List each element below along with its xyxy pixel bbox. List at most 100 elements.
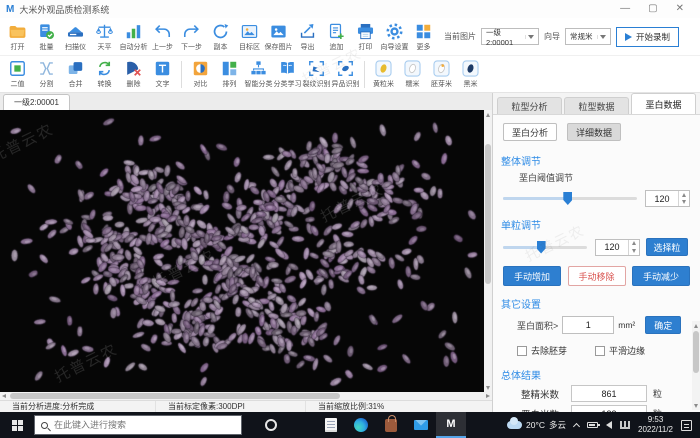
specimen-canvas[interactable] <box>0 110 484 392</box>
horizontal-scroll-thumb[interactable] <box>10 393 340 399</box>
split-icon <box>37 59 56 78</box>
single-grain-slider[interactable] <box>503 246 587 249</box>
scroll-left-arrow[interactable] <box>0 392 8 400</box>
taskbar-search[interactable] <box>34 415 242 435</box>
manual-add-button[interactable]: 手动增加 <box>503 266 561 286</box>
foreign-detect-button[interactable]: 异品识别 <box>331 57 360 91</box>
crack-detect-button[interactable]: 裂纹识别 <box>302 57 331 91</box>
arrange-button[interactable]: 排列 <box>215 57 244 91</box>
horizontal-scrollbar[interactable] <box>0 392 492 400</box>
clock[interactable]: 9:53 2022/11/2 <box>638 415 673 434</box>
checkbox-icon[interactable] <box>595 346 605 356</box>
spinner-up-button[interactable] <box>629 240 639 248</box>
toolbar-item-label: 上一步 <box>152 42 173 52</box>
copy-button[interactable]: 副本 <box>206 20 235 54</box>
delete-button[interactable]: 删除 <box>119 57 148 91</box>
classify-learn-button[interactable]: 分类学习 <box>273 57 302 91</box>
action-center-icon[interactable] <box>681 420 692 431</box>
specimen-image-area[interactable]: 托普云农托普云农托普云农托普云农托普云农 <box>0 110 484 392</box>
search-input[interactable] <box>54 420 224 430</box>
hidden-icons-chevron-icon[interactable] <box>573 422 580 429</box>
start-button[interactable] <box>0 412 34 438</box>
remove-germ-checkbox[interactable]: 去除胚芽 <box>517 344 567 357</box>
smooth-edge-checkbox[interactable]: 平滑边缘 <box>595 344 645 357</box>
panel-scroll-up-arrow[interactable] <box>692 321 700 330</box>
maximize-button[interactable]: ▢ <box>648 4 657 14</box>
yellow-rice-icon <box>374 59 393 78</box>
undo-button[interactable]: 上一步 <box>148 20 177 54</box>
panel-scroll-down-arrow[interactable] <box>692 401 700 410</box>
wizard-gear-button[interactable]: 向导设置 <box>380 20 409 54</box>
checkbox-icon[interactable] <box>517 346 527 356</box>
tab-chalkiness-data[interactable]: 垩白数据 <box>631 93 696 114</box>
notepad-icon[interactable] <box>316 412 346 438</box>
confirm-button[interactable]: 确定 <box>645 316 681 334</box>
volume-icon[interactable] <box>606 421 612 429</box>
start-record-button[interactable]: 开始录制 <box>616 27 679 47</box>
vertical-scrollbar[interactable] <box>484 110 492 392</box>
scanner-button[interactable]: 扫描仪 <box>61 20 90 54</box>
chalk-threshold-slider-thumb[interactable] <box>563 192 572 205</box>
binary-button[interactable]: 二值 <box>3 57 32 91</box>
target-area-button[interactable]: 目标区 <box>235 20 264 54</box>
scroll-right-arrow[interactable] <box>484 392 492 400</box>
tab-grain-shape-data[interactable]: 粒型数据 <box>564 97 629 114</box>
scroll-down-arrow[interactable] <box>484 383 492 392</box>
network-icon[interactable] <box>620 421 630 429</box>
more-button[interactable]: 更多 <box>409 20 438 54</box>
panel-scroll-thumb[interactable] <box>693 331 699 373</box>
glutinous-rice-button[interactable]: 糯米 <box>398 57 427 91</box>
tab-grain-shape-analysis[interactable]: 粒型分析 <box>497 97 562 114</box>
convert-button[interactable]: 转换 <box>90 57 119 91</box>
checkbox-label: 去除胚芽 <box>531 344 567 357</box>
save-image-button[interactable]: 保存图片 <box>264 20 293 54</box>
open-button[interactable]: 打开 <box>3 20 32 54</box>
store-icon[interactable] <box>376 412 406 438</box>
merge-button[interactable]: 合并 <box>61 57 90 91</box>
panel-scrollbar[interactable] <box>692 321 700 410</box>
close-button[interactable]: ✕ <box>676 4 684 14</box>
single-grain-value-input[interactable] <box>596 240 628 255</box>
print-button[interactable]: 打印 <box>351 20 380 54</box>
select-grain-button[interactable]: 选择粒 <box>646 238 688 256</box>
battery-icon[interactable] <box>587 422 598 428</box>
current-app-icon[interactable]: M <box>436 412 466 438</box>
single-grain-slider-thumb[interactable] <box>537 241 546 254</box>
chalk-area-input[interactable] <box>562 316 614 334</box>
compare-button[interactable]: 对比 <box>186 57 215 91</box>
chalk-threshold-value-input[interactable] <box>646 191 678 206</box>
task-view-icon[interactable] <box>286 412 316 438</box>
mail-icon[interactable] <box>406 412 436 438</box>
current-image-dropdown[interactable]: 一级2:00001 <box>481 28 539 45</box>
batch-button[interactable]: 批量 <box>32 20 61 54</box>
vertical-scroll-thumb[interactable] <box>485 144 491 284</box>
cortana-icon[interactable] <box>256 412 286 438</box>
weather-widget[interactable]: 20°C 多云 <box>507 419 566 431</box>
wizard-dropdown[interactable]: 常规米 <box>565 28 611 45</box>
edge-icon[interactable] <box>346 412 376 438</box>
redo-button[interactable]: 下一步 <box>177 20 206 54</box>
image-tab[interactable]: 一级2:00001 <box>3 94 70 110</box>
detail-data-button[interactable]: 详细数据 <box>567 123 621 141</box>
black-rice-button[interactable]: 黑米 <box>456 57 485 91</box>
append-button[interactable]: 追加 <box>322 20 351 54</box>
chalk-analysis-button[interactable]: 垩白分析 <box>503 123 557 141</box>
balance-button[interactable]: 天平 <box>90 20 119 54</box>
chalk-area-row: 垩白面积> mm² 确定 <box>517 316 700 334</box>
spinner-up-button[interactable] <box>679 191 689 199</box>
smart-classify-button[interactable]: 智能分类 <box>244 57 273 91</box>
yellow-rice-button[interactable]: 黄粒米 <box>369 57 398 91</box>
scroll-up-arrow[interactable] <box>484 110 492 119</box>
spinner-down-button[interactable] <box>679 199 689 207</box>
split-button[interactable]: 分割 <box>32 57 61 91</box>
whole-rice-count-input[interactable] <box>571 385 647 402</box>
minimize-button[interactable]: — <box>620 4 630 14</box>
chalk-threshold-slider[interactable] <box>503 197 637 200</box>
auto-analyze-button[interactable]: 自动分析 <box>119 20 148 54</box>
export-button[interactable]: 导出 <box>293 20 322 54</box>
germ-rice-button[interactable]: 胚芽米 <box>427 57 456 91</box>
manual-decrease-button[interactable]: 手动减少 <box>632 266 690 286</box>
spinner-down-button[interactable] <box>629 247 639 255</box>
text-button[interactable]: 文字 <box>148 57 177 91</box>
manual-remove-button[interactable]: 手动移除 <box>568 266 626 286</box>
